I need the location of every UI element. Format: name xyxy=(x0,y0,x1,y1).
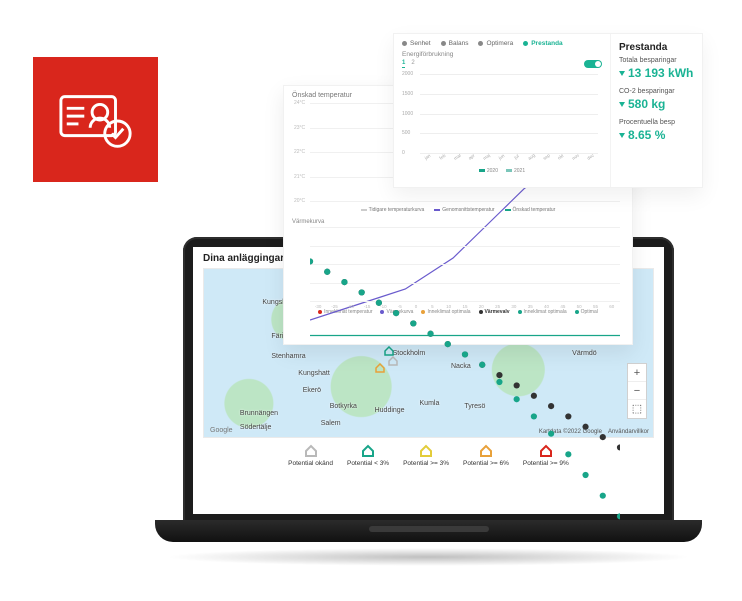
subtab-2[interactable]: 2 xyxy=(411,60,414,68)
id-card-check-icon xyxy=(57,90,135,150)
map-zoom-out[interactable]: − xyxy=(628,382,646,400)
tab-balans[interactable]: Balans xyxy=(441,40,469,47)
map-place-label: Stenhamra xyxy=(271,353,305,360)
tab-optimera[interactable]: Optimera xyxy=(478,40,513,47)
subtab-1[interactable]: 1 xyxy=(402,60,405,68)
id-verified-badge xyxy=(33,57,158,182)
map-place-label: Södertälje xyxy=(240,424,272,431)
map-place-label: Brunnängen xyxy=(240,410,278,417)
map-streetview[interactable]: ⬚ xyxy=(628,400,646,418)
metric-total-savings: Totala besparingar 13 193 kWh xyxy=(619,57,694,80)
panel-prestanda: Senhet Balans Optimera Prestanda Energif… xyxy=(393,33,703,188)
tab-senhet[interactable]: Senhet xyxy=(402,40,431,47)
prestanda-tabs: Senhet Balans Optimera Prestanda xyxy=(402,40,602,47)
bar-chart: 0500100015002000janfebmaraprmajjunjulaug… xyxy=(420,74,598,164)
map-zoom-controls: + − ⬚ xyxy=(627,363,647,419)
bar-chart-title: Energiförbrukning xyxy=(402,51,602,58)
metric-co2-savings: CO-2 besparingar 580 kg xyxy=(619,88,694,111)
scatter-chart: -30-25-20-15-10-505101520253035404550556… xyxy=(310,227,620,301)
metric-percent-savings: Procentuella besp 8.65 % xyxy=(619,119,694,142)
map-zoom-in[interactable]: + xyxy=(628,364,646,382)
subtab-toggle[interactable] xyxy=(584,60,602,68)
bar-chart-legend: 2020 2021 xyxy=(402,168,602,174)
tab-prestanda[interactable]: Prestanda xyxy=(523,40,562,47)
prestanda-side-title: Prestanda xyxy=(619,42,694,53)
map-google-logo: Google xyxy=(210,427,233,434)
